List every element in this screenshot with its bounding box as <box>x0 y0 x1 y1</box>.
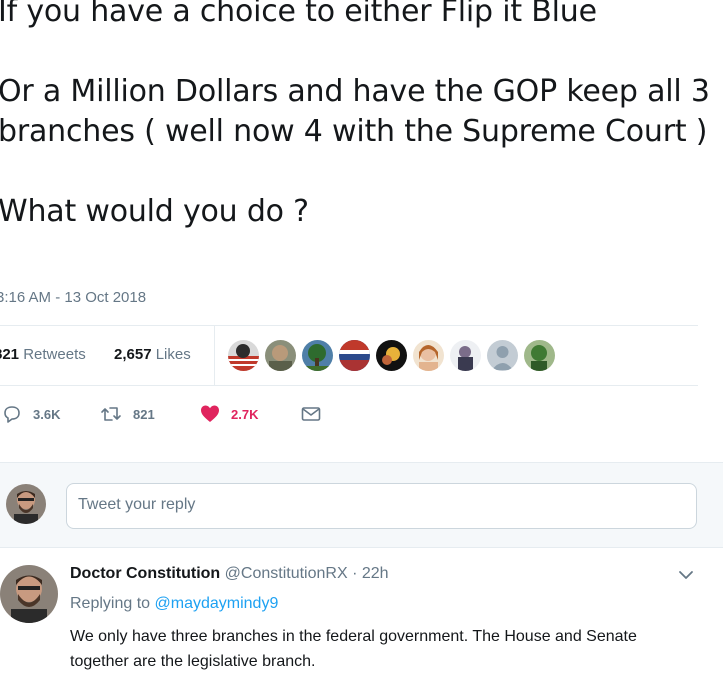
tweet-timestamp[interactable]: 3:16 AM - 13 Oct 2018 <box>0 289 146 306</box>
stats-divider <box>214 326 215 385</box>
retweet-action[interactable]: 821 <box>100 399 155 429</box>
liker-avatar[interactable] <box>413 340 444 371</box>
reply-time[interactable]: 22h <box>362 565 389 582</box>
reply-action[interactable]: 3.6K <box>2 399 60 429</box>
reply-header: Doctor Constitution @ConstitutionRX · 22… <box>70 565 389 583</box>
liker-avatar[interactable] <box>339 340 370 371</box>
liker-avatar[interactable] <box>228 340 259 371</box>
liker-avatar[interactable] <box>302 340 333 371</box>
avatar[interactable] <box>6 484 46 524</box>
reply-composer: Tweet your reply <box>0 462 723 548</box>
likes-label: Likes <box>155 346 191 363</box>
tweet-stats: 821 Retweets 2,657 Likes <box>0 325 698 386</box>
liker-avatar[interactable] <box>524 340 555 371</box>
envelope-icon <box>301 407 321 421</box>
retweets-label: Retweets <box>23 346 86 363</box>
heart-icon <box>201 405 219 422</box>
liker-avatar[interactable] <box>487 340 518 371</box>
like-count: 2.7K <box>231 406 259 422</box>
direct-message-action[interactable] <box>301 399 321 429</box>
tweet-actions: 3.6K 821 2.7K <box>0 399 400 429</box>
replying-to: Replying to @maydaymindy9 <box>70 595 278 613</box>
avatar[interactable] <box>0 565 58 623</box>
replying-prefix: Replying to <box>70 595 151 612</box>
reply-icon <box>4 406 20 423</box>
reply-count: 3.6K <box>33 406 61 422</box>
reply-tweet: Doctor Constitution @ConstitutionRX · 22… <box>0 549 723 677</box>
more-options-button[interactable] <box>676 567 696 588</box>
likes-stat[interactable]: 2,657 Likes <box>114 346 191 363</box>
retweet-icon <box>101 407 121 421</box>
retweet-count: 821 <box>133 406 155 422</box>
author-handle[interactable]: @ConstitutionRX <box>225 565 348 582</box>
separator-dot: · <box>352 565 358 582</box>
chevron-down-icon <box>679 571 693 579</box>
likes-count: 2,657 <box>114 346 152 363</box>
retweets-stat[interactable]: 821 Retweets <box>0 346 86 363</box>
tweet-text: If you have a choice to either Flip it B… <box>0 0 710 229</box>
replying-to-link[interactable]: @maydaymindy9 <box>155 595 279 612</box>
author-name[interactable]: Doctor Constitution <box>70 565 220 582</box>
retweets-count: 821 <box>0 346 20 363</box>
liker-avatar[interactable] <box>450 340 481 371</box>
reply-input[interactable]: Tweet your reply <box>66 483 697 529</box>
liker-avatar[interactable] <box>265 340 296 371</box>
liker-avatar[interactable] <box>376 340 407 371</box>
like-action[interactable]: 2.7K <box>200 399 258 429</box>
reply-text: We only have three branches in the feder… <box>70 628 637 670</box>
